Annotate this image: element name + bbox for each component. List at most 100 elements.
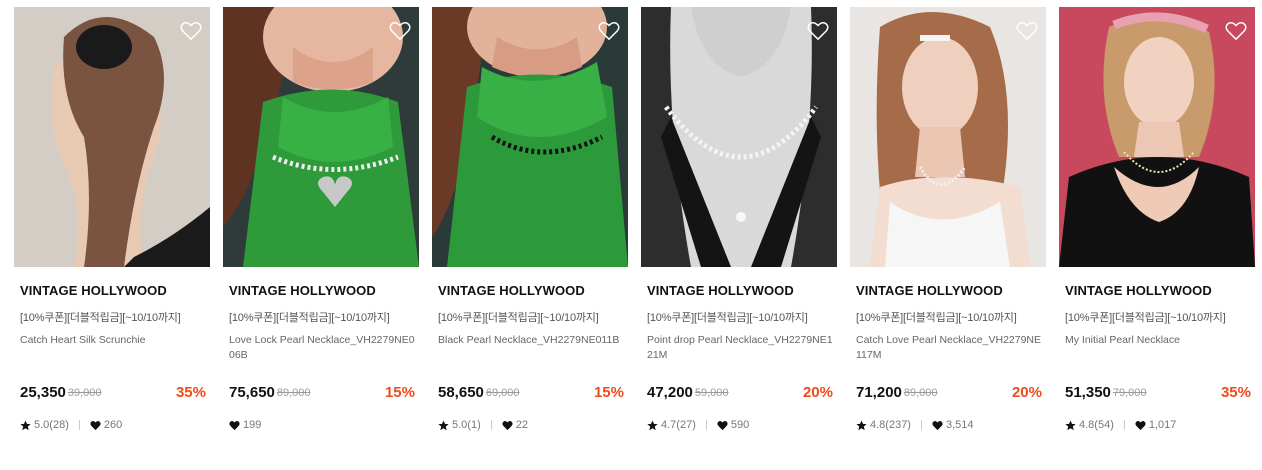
product-photo-love-lock-necklace[interactable]: [223, 7, 419, 267]
discount-rate: 15%: [593, 384, 624, 401]
star-icon: [1065, 419, 1076, 430]
brand-name[interactable]: VINTAGE HOLLYWOOD: [438, 283, 585, 298]
discount-rate: 35%: [1220, 384, 1251, 401]
promo-text: [10%쿠폰][더블적립금][~10/10까지]: [856, 312, 1017, 324]
wishlist-heart-icon[interactable]: [807, 21, 829, 41]
sale-price: 47,200: [647, 384, 693, 401]
product-image[interactable]: [1059, 7, 1255, 267]
discount-rate: 20%: [1011, 384, 1042, 401]
star-icon: [438, 419, 449, 430]
discount-rate: 15%: [384, 384, 415, 401]
promo-text: [10%쿠폰][더블적립금][~10/10까지]: [647, 312, 808, 324]
product-name[interactable]: Catch Heart Silk Scrunchie: [20, 333, 206, 348]
wishlist-heart-icon[interactable]: [180, 21, 202, 41]
product-photo-black-pearl-necklace[interactable]: [432, 7, 628, 267]
promo-text: [10%쿠폰][더블적립금][~10/10까지]: [20, 312, 181, 324]
price: 25,350 39,000: [20, 384, 102, 401]
heart-filled-icon: [1135, 420, 1146, 430]
product-image[interactable]: [641, 7, 837, 267]
original-price: 59,000: [694, 387, 729, 399]
like-count: 590: [730, 419, 750, 431]
wishlist-heart-icon[interactable]: [389, 21, 411, 41]
product-photo-point-drop-necklace[interactable]: [641, 7, 837, 267]
rating-value: 5.0(1): [452, 419, 481, 431]
original-price: 39,000: [67, 387, 102, 399]
price: 58,650 69,000: [438, 384, 520, 401]
product-image[interactable]: [223, 7, 419, 267]
promo-text: [10%쿠폰][더블적립금][~10/10까지]: [438, 312, 599, 324]
original-price: 69,000: [485, 387, 520, 399]
star-icon: [647, 419, 658, 430]
heart-filled-icon: [932, 420, 943, 430]
wishlist-heart-icon[interactable]: [1225, 21, 1247, 41]
like-count: 3,514: [945, 419, 974, 431]
product-card[interactable]: VINTAGE HOLLYWOOD [10%쿠폰][더블적립금][~10/10까…: [14, 0, 210, 470]
product-photo-scrunchie[interactable]: [14, 7, 210, 267]
brand-name[interactable]: VINTAGE HOLLYWOOD: [856, 283, 1003, 298]
rating-value: 4.8(54): [1079, 419, 1114, 431]
sale-price: 71,200: [856, 384, 902, 401]
star-icon: [20, 419, 31, 430]
rating-value: 4.8(237): [870, 419, 911, 431]
original-price: 79,000: [1112, 387, 1147, 399]
brand-name[interactable]: VINTAGE HOLLYWOOD: [229, 283, 376, 298]
original-price: 89,000: [903, 387, 938, 399]
product-image[interactable]: [14, 7, 210, 267]
divider: [920, 420, 922, 430]
product-name[interactable]: Catch Love Pearl Necklace_VH2279NE117M: [856, 333, 1042, 363]
divider: [1123, 420, 1125, 430]
product-name[interactable]: Black Pearl Necklace_VH2279NE011B: [438, 333, 624, 348]
price: 71,200 89,000: [856, 384, 938, 401]
product-stats: 5.0(28) 260: [20, 419, 122, 431]
discount-rate: 35%: [175, 384, 206, 401]
product-stats: 4.7(27) 590: [647, 419, 749, 431]
product-stats: 199: [229, 419, 261, 431]
promo-text: [10%쿠폰][더블적립금][~10/10까지]: [229, 312, 390, 324]
product-name[interactable]: My Initial Pearl Necklace: [1065, 333, 1251, 348]
product-card[interactable]: VINTAGE HOLLYWOOD [10%쿠폰][더블적립금][~10/10까…: [641, 0, 837, 470]
product-card[interactable]: VINTAGE HOLLYWOOD [10%쿠폰][더블적립금][~10/10까…: [1059, 0, 1255, 470]
promo-text: [10%쿠폰][더블적립금][~10/10까지]: [1065, 312, 1226, 324]
sale-price: 75,650: [229, 384, 275, 401]
heart-filled-icon: [90, 420, 101, 430]
product-image[interactable]: [432, 7, 628, 267]
rating-value: 5.0(28): [34, 419, 69, 431]
heart-filled-icon: [717, 420, 728, 430]
product-name[interactable]: Love Lock Pearl Necklace_VH2279NE006B: [229, 333, 415, 363]
wishlist-heart-icon[interactable]: [598, 21, 620, 41]
price: 51,350 79,000: [1065, 384, 1147, 401]
like-count: 22: [515, 419, 528, 431]
divider: [705, 420, 707, 430]
product-name[interactable]: Point drop Pearl Necklace_VH2279NE121M: [647, 333, 833, 363]
product-photo-catch-love-necklace[interactable]: [850, 7, 1046, 267]
heart-filled-icon: [502, 420, 513, 430]
divider: [78, 420, 80, 430]
like-count: 260: [103, 419, 123, 431]
sale-price: 58,650: [438, 384, 484, 401]
original-price: 89,000: [276, 387, 311, 399]
product-card[interactable]: VINTAGE HOLLYWOOD [10%쿠폰][더블적립금][~10/10까…: [850, 0, 1046, 470]
product-stats: 4.8(54) 1,017: [1065, 419, 1176, 431]
divider: [490, 420, 492, 430]
brand-name[interactable]: VINTAGE HOLLYWOOD: [1065, 283, 1212, 298]
sale-price: 25,350: [20, 384, 66, 401]
product-photo-initial-necklace[interactable]: [1059, 7, 1255, 267]
product-stats: 4.8(237) 3,514: [856, 419, 974, 431]
discount-rate: 20%: [802, 384, 833, 401]
price: 75,650 89,000: [229, 384, 311, 401]
star-icon: [856, 419, 867, 430]
brand-name[interactable]: VINTAGE HOLLYWOOD: [647, 283, 794, 298]
product-card[interactable]: VINTAGE HOLLYWOOD [10%쿠폰][더블적립금][~10/10까…: [223, 0, 419, 470]
brand-name[interactable]: VINTAGE HOLLYWOOD: [20, 283, 167, 298]
product-card[interactable]: VINTAGE HOLLYWOOD [10%쿠폰][더블적립금][~10/10까…: [432, 0, 628, 470]
product-grid: VINTAGE HOLLYWOOD [10%쿠폰][더블적립금][~10/10까…: [0, 0, 1262, 470]
like-count: 199: [243, 419, 262, 431]
sale-price: 51,350: [1065, 384, 1111, 401]
wishlist-heart-icon[interactable]: [1016, 21, 1038, 41]
like-count: 1,017: [1148, 419, 1177, 431]
price: 47,200 59,000: [647, 384, 729, 401]
rating-value: 4.7(27): [661, 419, 696, 431]
product-image[interactable]: [850, 7, 1046, 267]
heart-filled-icon: [229, 420, 240, 430]
product-stats: 5.0(1) 22: [438, 419, 528, 431]
